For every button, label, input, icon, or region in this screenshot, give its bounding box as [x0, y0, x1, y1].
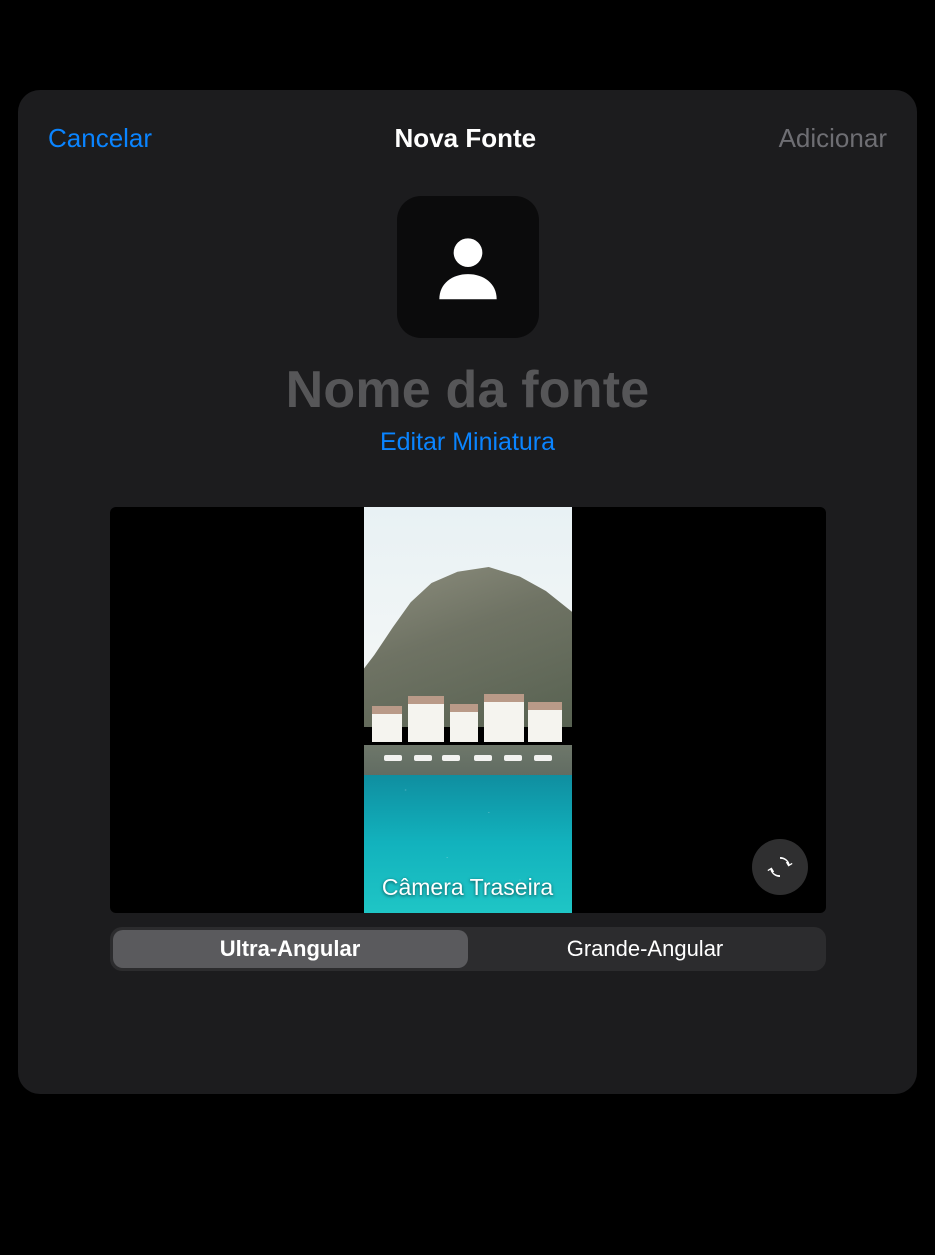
lens-segmented-control[interactable]: Ultra-Angular Grande-Angular	[110, 927, 826, 971]
new-source-modal: Cancelar Nova Fonte Adicionar Nome da fo…	[18, 90, 917, 1094]
segment-ultra-wide[interactable]: Ultra-Angular	[113, 930, 468, 968]
edit-thumbnail-button[interactable]: Editar Miniatura	[48, 428, 887, 457]
segment-wide[interactable]: Grande-Angular	[468, 930, 823, 968]
add-button[interactable]: Adicionar	[779, 123, 887, 154]
camera-flip-icon	[765, 852, 795, 882]
camera-preview: Câmera Traseira	[110, 507, 826, 913]
modal-title: Nova Fonte	[395, 123, 537, 154]
cancel-button[interactable]: Cancelar	[48, 123, 152, 154]
camera-preview-image: Câmera Traseira	[364, 507, 572, 913]
person-icon	[425, 224, 511, 310]
flip-camera-button[interactable]	[752, 839, 808, 895]
source-name-input[interactable]: Nome da fonte	[48, 360, 887, 420]
modal-nav-bar: Cancelar Nova Fonte Adicionar	[48, 116, 887, 160]
thumbnail-placeholder[interactable]	[397, 196, 539, 338]
camera-label: Câmera Traseira	[364, 874, 572, 901]
